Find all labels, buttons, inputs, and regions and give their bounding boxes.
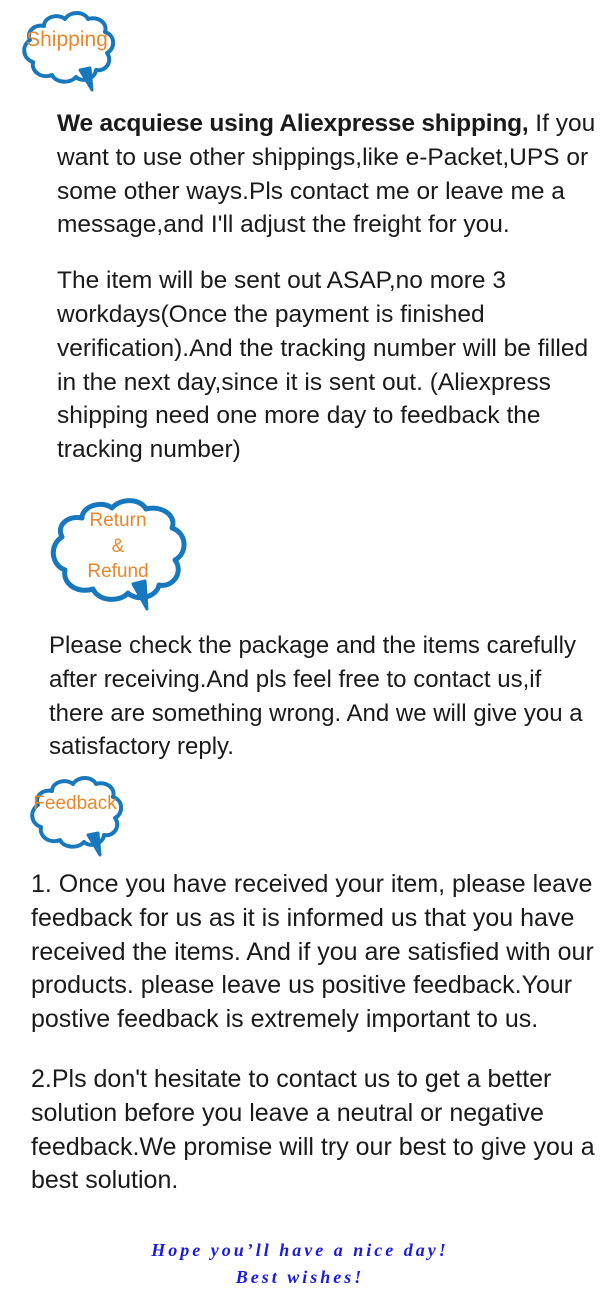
closing-line-1: Hope you’ll have a nice day! xyxy=(151,1240,449,1260)
feedback-badge: Feedback xyxy=(21,775,129,857)
shipping-policy-page: Shipping We acquiese using Aliexpresse s… xyxy=(0,0,600,1313)
shipping-paragraph-1: We acquiese using Aliexpresse shipping, … xyxy=(57,107,600,242)
shipping-badge: Shipping xyxy=(14,10,120,94)
feedback-section: 1. Once you have received your item, ple… xyxy=(31,868,600,1198)
cloud-callout-icon xyxy=(50,498,187,611)
feedback-paragraph-1: 1. Once you have received your item, ple… xyxy=(31,870,594,1034)
cloud-callout-icon xyxy=(30,776,124,857)
shipping-section: We acquiese using Aliexpresse shipping, … xyxy=(57,107,600,467)
return-refund-section: Please check the package and the items c… xyxy=(49,629,599,764)
closing-message: Hope you’ll have a nice day! Best wishes… xyxy=(0,1237,600,1291)
return-refund-paragraph-1: Please check the package and the items c… xyxy=(49,632,583,761)
return-refund-badge: Return & Refund xyxy=(40,496,196,612)
closing-line-2: Best wishes! xyxy=(235,1267,365,1287)
shipping-lead-line: We acquiese using Aliexpresse shipping, xyxy=(57,110,529,137)
cloud-callout-icon xyxy=(22,11,116,92)
shipping-paragraph-2: The item will be sent out ASAP,no more 3… xyxy=(57,267,589,464)
feedback-paragraph-2: 2.Pls don't hesitate to contact us to ge… xyxy=(31,1064,595,1195)
